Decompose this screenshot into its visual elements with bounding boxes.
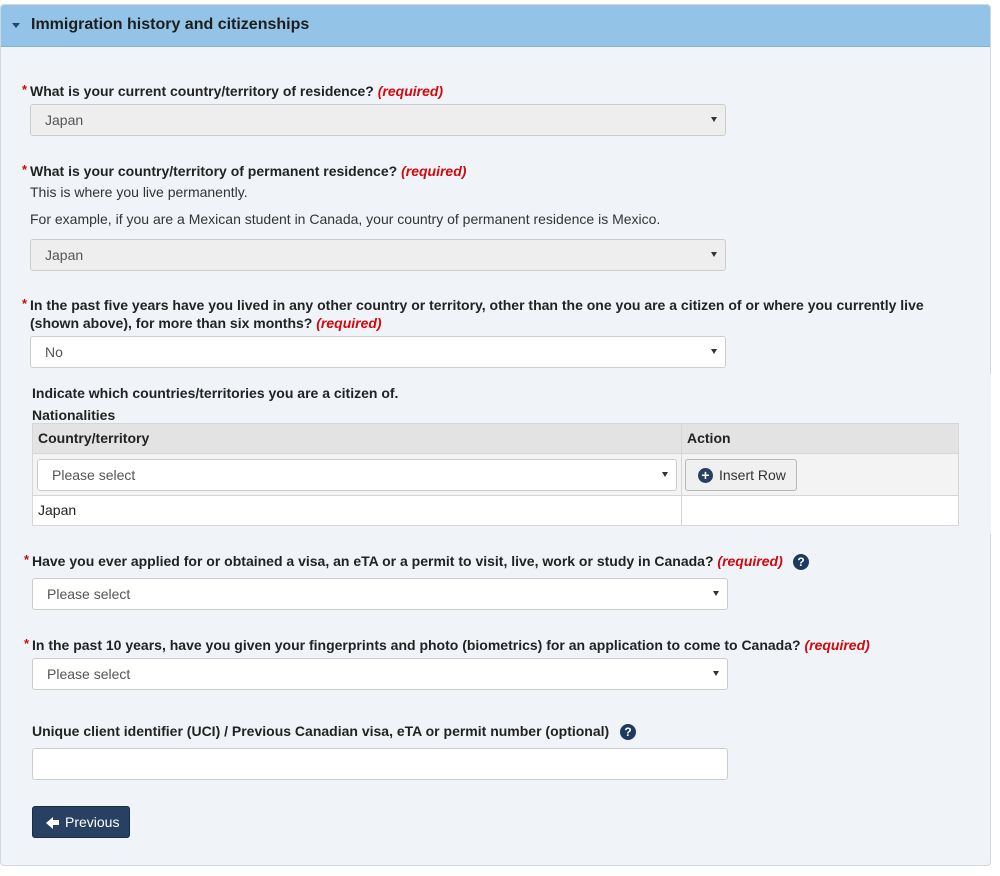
required-star: * [24,636,30,651]
required-tag: (required) [717,553,783,569]
biometrics-value: Please select [47,666,131,682]
lived-other-select[interactable]: No [30,336,726,368]
uci-label: Unique client identifier (UCI) / Previou… [32,723,610,739]
table-row: Japan [33,496,958,525]
biometrics-label: In the past 10 years, have you given you… [32,636,870,654]
dropdown-arrow-icon [662,472,668,477]
current-residence-select[interactable]: Japan [30,104,726,136]
column-country: Country/territory [38,430,150,446]
current-residence-label: What is your current country/territory o… [30,82,443,100]
nationality-select[interactable]: Please select [37,459,677,491]
dropdown-arrow-icon [713,671,719,676]
insert-row-label: Insert Row [719,467,786,483]
dropdown-arrow-icon [711,252,717,257]
column-divider [681,424,682,525]
arrow-left-icon-shaft [52,820,59,825]
applied-visa-value: Please select [47,586,131,602]
dropdown-arrow-icon [713,591,719,596]
current-residence-label-text: What is your current country/territory o… [30,83,374,99]
permanent-residence-label: What is your country/territory of perman… [30,162,466,180]
lived-other-value: No [45,344,63,360]
nationality-cell: Japan [38,502,77,518]
current-residence-value: Japan [45,112,84,128]
caret-down-icon[interactable] [12,23,20,28]
panel-header[interactable]: Immigration history and citizenships [1,5,990,47]
required-star: * [22,162,28,177]
previous-button[interactable]: Previous [32,806,130,838]
required-tag: (required) [401,163,467,179]
panel-title: Immigration history and citizenships [31,16,310,33]
applied-visa-select[interactable]: Please select [32,578,728,610]
required-star: * [22,296,28,311]
permanent-residence-select[interactable]: Japan [30,239,726,271]
lived-other-label: In the past five years have you lived in… [30,296,960,332]
required-tag: (required) [377,83,444,99]
insert-row-button[interactable]: + Insert Row [685,459,797,491]
dropdown-arrow-icon [711,349,717,354]
required-star: * [22,82,28,97]
lived-other-label-line2: (shown above), for more than six months? [30,315,313,331]
nationalities-caption: Nationalities [32,407,116,423]
uci-input[interactable] [32,748,728,780]
permanent-residence-hint: This is where you live permanently. [30,184,248,200]
required-tag: (required) [316,315,382,331]
permanent-residence-label-text: What is your country/territory of perman… [30,163,398,179]
applied-visa-label-text: Have you ever applied for or obtained a … [32,553,714,569]
citizenship-intro: Indicate which countries/territories you… [32,385,399,401]
required-star: * [24,552,30,567]
table-header: Country/territory Action [33,424,958,454]
question-circle-icon[interactable]: ? [793,554,809,570]
nationality-select-value: Please select [52,467,136,483]
required-tag: (required) [804,637,870,653]
question-circle-icon[interactable]: ? [620,724,636,740]
lived-other-label-line1: In the past five years have you lived in… [30,297,924,313]
dropdown-arrow-icon [711,117,717,122]
applied-visa-label: Have you ever applied for or obtained a … [32,552,783,570]
plus-circle-icon: + [698,468,713,483]
previous-label: Previous [65,814,120,830]
column-action: Action [687,430,731,446]
permanent-residence-example: For example, if you are a Mexican studen… [30,211,661,227]
permanent-residence-value: Japan [45,247,84,263]
biometrics-label-text: In the past 10 years, have you given you… [32,637,801,653]
biometrics-select[interactable]: Please select [32,658,728,690]
